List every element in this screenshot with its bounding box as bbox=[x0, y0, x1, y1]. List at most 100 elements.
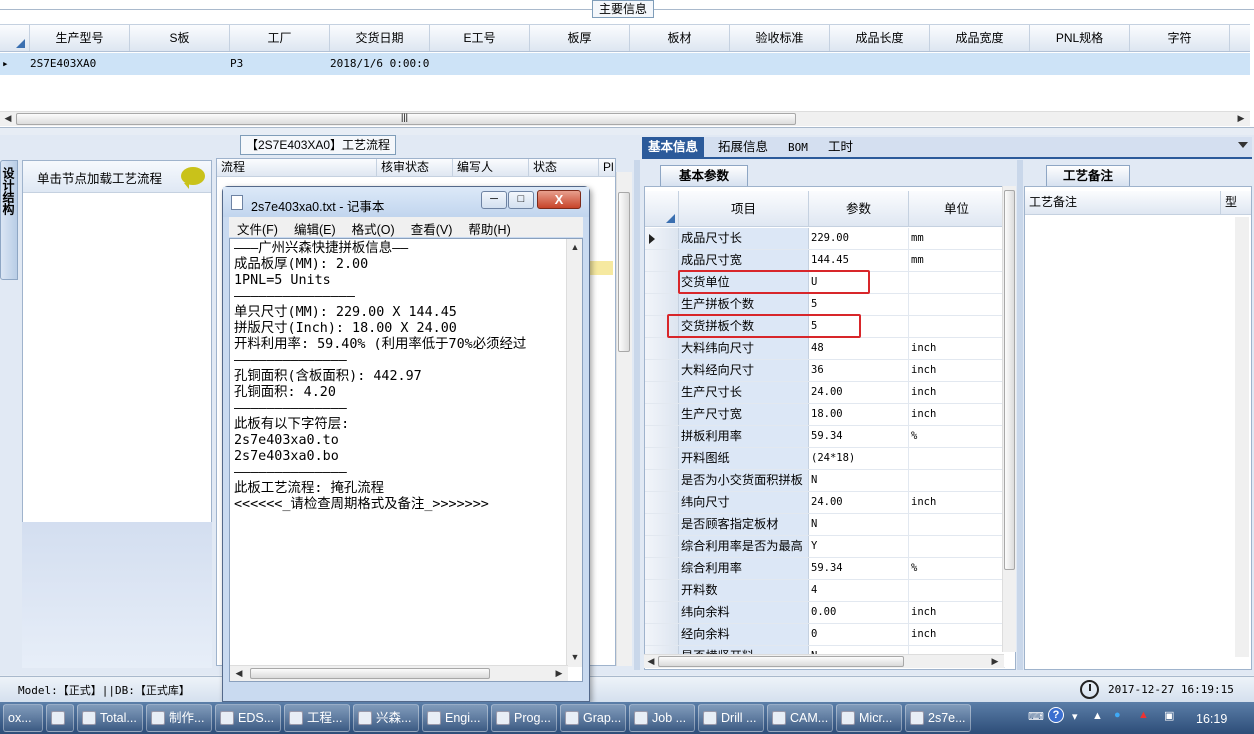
taskbar-item[interactable] bbox=[46, 704, 74, 732]
minimize-button[interactable]: ─ bbox=[481, 191, 507, 209]
table-row[interactable]: 大料纬向尺寸 48 inch bbox=[645, 338, 1005, 360]
col-remark[interactable]: 工艺备注 bbox=[1025, 191, 1221, 214]
table-cell[interactable]: P3 bbox=[230, 53, 330, 75]
flow-vscrollbar[interactable] bbox=[616, 172, 632, 666]
row-header[interactable] bbox=[645, 426, 679, 447]
col-header[interactable]: E工号 bbox=[430, 25, 530, 51]
table-row[interactable]: 经向余料 0 inch bbox=[645, 624, 1005, 646]
maximize-button[interactable]: □ bbox=[508, 191, 534, 209]
col-type[interactable]: 型 bbox=[1221, 191, 1249, 214]
row-header[interactable] bbox=[645, 294, 679, 315]
table-row[interactable]: 成品尺寸长 229.00 mm bbox=[645, 228, 1005, 250]
scroll-right-icon[interactable]: ▶ bbox=[1234, 112, 1248, 125]
row-header[interactable] bbox=[645, 624, 679, 645]
table-row[interactable]: 综合利用率 59.34% bbox=[645, 558, 1005, 580]
scroll-left-icon[interactable]: ◀ bbox=[232, 667, 246, 680]
notepad-window[interactable]: 2s7e403xa0.txt - 记事本 ─ □ X 文件(F) 编辑(E) 格式(… bbox=[222, 186, 590, 702]
col-pl[interactable]: Pl bbox=[599, 159, 615, 176]
scroll-up-icon[interactable]: ▲ bbox=[568, 241, 582, 254]
notepad-text-area[interactable]: ———广州兴森快捷拼板信息—— 成品板厚(MM): 2.00 1PNL=5 Unit… bbox=[229, 238, 583, 682]
col-unit[interactable]: 单位 bbox=[909, 191, 1005, 226]
col-header[interactable]: 字符 bbox=[1130, 25, 1230, 51]
table-row[interactable]: 开料数 4 bbox=[645, 580, 1005, 602]
taskbar-item[interactable]: EDS... bbox=[215, 704, 281, 732]
taskbar-item[interactable]: 兴森... bbox=[353, 704, 419, 732]
subtab-basic-params[interactable]: 基本参数 bbox=[660, 165, 749, 186]
taskbar-item[interactable]: Prog... bbox=[491, 704, 557, 732]
table-cell[interactable] bbox=[830, 53, 930, 75]
row-header[interactable] bbox=[645, 228, 679, 249]
table-row[interactable]: 开料图纸 (24*18) bbox=[645, 448, 1005, 470]
scroll-down-icon[interactable]: ▼ bbox=[568, 651, 582, 664]
taskbar-item[interactable]: 2s7e... bbox=[905, 704, 971, 732]
table-row[interactable]: 纬向尺寸 24.00 inch bbox=[645, 492, 1005, 514]
param-value[interactable]: N bbox=[809, 470, 909, 491]
scroll-right-icon[interactable]: ▶ bbox=[988, 655, 1002, 668]
menu-item[interactable]: 文件(F) bbox=[229, 217, 286, 237]
row-header[interactable] bbox=[645, 514, 679, 535]
subtab-process-remark[interactable]: 工艺备注 bbox=[1046, 165, 1131, 186]
arrow-icon[interactable]: ▾ bbox=[1072, 710, 1078, 723]
col-review[interactable]: 核审状态 bbox=[377, 159, 453, 176]
notepad-titlebar[interactable]: 2s7e403xa0.txt - 记事本 ─ □ X bbox=[223, 187, 589, 217]
params-hscrollbar[interactable]: ◀ ▶ bbox=[644, 654, 1004, 668]
col-header[interactable]: 生产型号 bbox=[30, 25, 130, 51]
splitter[interactable] bbox=[1017, 160, 1023, 670]
param-value[interactable]: 59.34 bbox=[809, 426, 909, 447]
taskbar-item[interactable]: 工程... bbox=[284, 704, 350, 732]
table-row[interactable]: 纬向余料 0.00 inch bbox=[645, 602, 1005, 624]
param-value[interactable]: 36 bbox=[809, 360, 909, 381]
menu-item[interactable]: 编辑(E) bbox=[286, 217, 344, 237]
table-row[interactable]: 生产尺寸宽 18.00 inch bbox=[645, 404, 1005, 426]
row-header[interactable] bbox=[645, 580, 679, 601]
row-header[interactable] bbox=[645, 558, 679, 579]
param-value[interactable]: (24*18) bbox=[809, 448, 909, 469]
param-value[interactable]: 0.00 bbox=[809, 602, 909, 623]
table-cell[interactable] bbox=[130, 53, 230, 75]
col-value[interactable]: 参数 bbox=[809, 191, 909, 226]
tab-extended-info[interactable]: 拓展信息 bbox=[712, 137, 774, 159]
taskbar-item[interactable]: Engi... bbox=[422, 704, 488, 732]
tab-hours[interactable]: 工时 bbox=[822, 137, 859, 159]
menu-item[interactable]: 格式(O) bbox=[344, 217, 403, 237]
table-cell[interactable] bbox=[530, 53, 630, 75]
table-cell[interactable]: 2018/1/6 0:00:00 bbox=[330, 53, 430, 75]
scroll-left-icon[interactable]: ◀ bbox=[644, 655, 658, 668]
table-row[interactable]: 生产拼板个数 5 bbox=[645, 294, 1005, 316]
param-value[interactable]: 229.00 bbox=[809, 228, 909, 249]
main-grid-hscrollbar[interactable]: ◀ ||| ▶ bbox=[0, 111, 1250, 126]
col-header[interactable]: 工厂 bbox=[230, 25, 330, 51]
remark-vscrollbar[interactable] bbox=[1235, 217, 1249, 657]
menu-item[interactable]: 查看(V) bbox=[403, 217, 461, 237]
param-value[interactable]: 144.45 bbox=[809, 250, 909, 271]
grid-corner[interactable] bbox=[0, 25, 30, 51]
params-vscrollbar[interactable] bbox=[1002, 186, 1016, 652]
remark-grid[interactable]: 工艺备注 型 bbox=[1024, 186, 1252, 670]
col-author[interactable]: 编写人 bbox=[453, 159, 529, 176]
grid-corner[interactable] bbox=[645, 191, 679, 226]
col-header[interactable]: 交货日期 bbox=[330, 25, 430, 51]
row-header[interactable] bbox=[645, 492, 679, 513]
taskbar-item[interactable]: Drill ... bbox=[698, 704, 764, 732]
row-header[interactable] bbox=[645, 602, 679, 623]
tab-basic-info[interactable]: 基本信息 bbox=[642, 137, 705, 159]
param-value[interactable]: 24.00 bbox=[809, 492, 909, 513]
table-cell[interactable] bbox=[930, 53, 1030, 75]
table-row[interactable]: 成品尺寸宽 144.45 mm bbox=[645, 250, 1005, 272]
table-row[interactable]: 是否为小交货面积拼板 N bbox=[645, 470, 1005, 492]
params-grid[interactable]: 项目 参数 单位 成品尺寸长 229.00 mm 成品尺寸宽 144.45 mm 交货单位 U… bbox=[644, 186, 1016, 670]
row-header[interactable] bbox=[645, 272, 679, 293]
table-cell[interactable]: 2S7E403XA0 bbox=[30, 53, 130, 75]
param-value[interactable]: 59.34 bbox=[809, 558, 909, 579]
col-header[interactable]: PNL规格 bbox=[1030, 25, 1130, 51]
scroll-thumb[interactable] bbox=[1004, 190, 1015, 570]
table-cell[interactable] bbox=[430, 53, 530, 75]
scroll-right-icon[interactable]: ▶ bbox=[552, 667, 566, 680]
chevron-down-icon[interactable] bbox=[1238, 142, 1248, 148]
close-button[interactable]: X bbox=[537, 190, 581, 209]
row-header[interactable] bbox=[645, 360, 679, 381]
table-row[interactable]: 生产尺寸长 24.00 inch bbox=[645, 382, 1005, 404]
keyboard-icon[interactable]: ⌨ bbox=[1028, 710, 1044, 723]
row-header[interactable] bbox=[645, 536, 679, 557]
help-icon[interactable]: ? bbox=[1048, 707, 1064, 723]
